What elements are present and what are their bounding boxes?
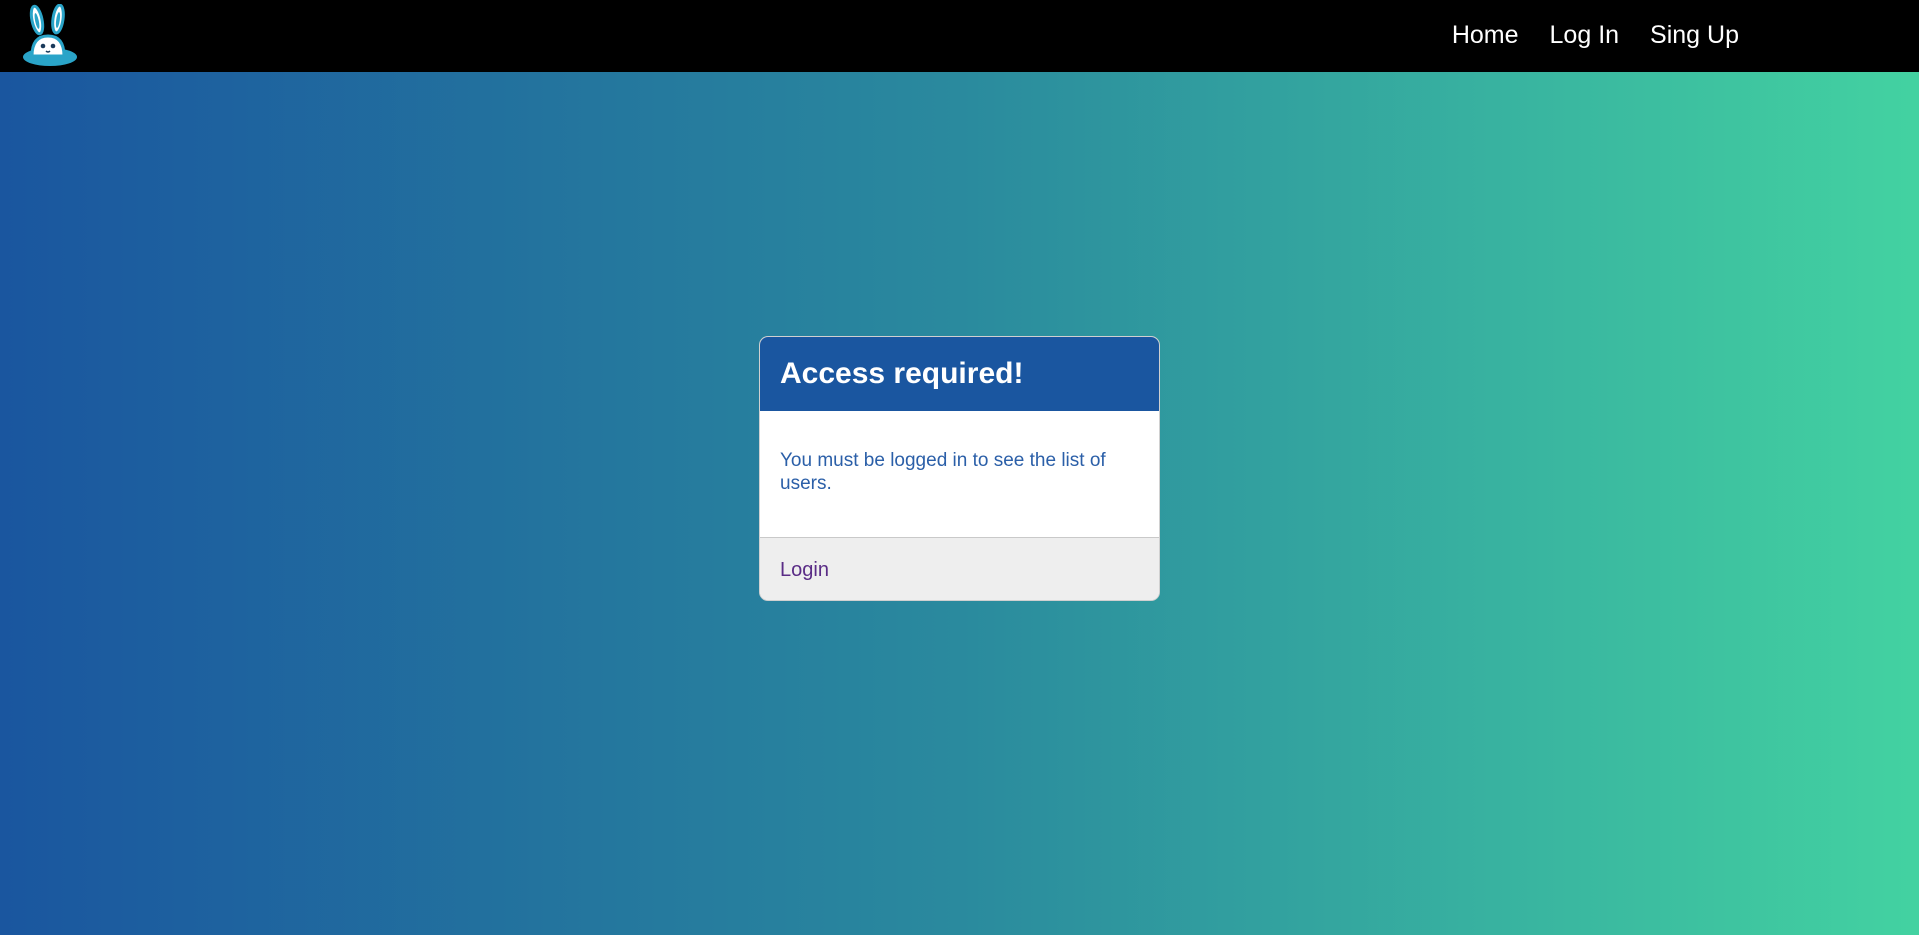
card-message: You must be logged in to see the list of…	[780, 450, 1106, 494]
nav-link-login[interactable]: Log In	[1550, 21, 1620, 50]
rabbit-logo-icon[interactable]	[22, 3, 78, 66]
login-link[interactable]: Login	[780, 559, 829, 582]
card-body: You must be logged in to see the list of…	[760, 411, 1159, 538]
card-header: Access required!	[760, 337, 1159, 411]
access-required-card: Access required! You must be logged in t…	[759, 336, 1160, 601]
nav-link-home[interactable]: Home	[1452, 21, 1519, 50]
top-navbar: Home Log In Sing Up	[0, 0, 1919, 72]
card-footer: Login	[760, 538, 1159, 600]
nav-link-signup[interactable]: Sing Up	[1650, 21, 1739, 50]
card-title: Access required!	[780, 357, 1024, 390]
nav-links: Home Log In Sing Up	[1421, 0, 1739, 70]
